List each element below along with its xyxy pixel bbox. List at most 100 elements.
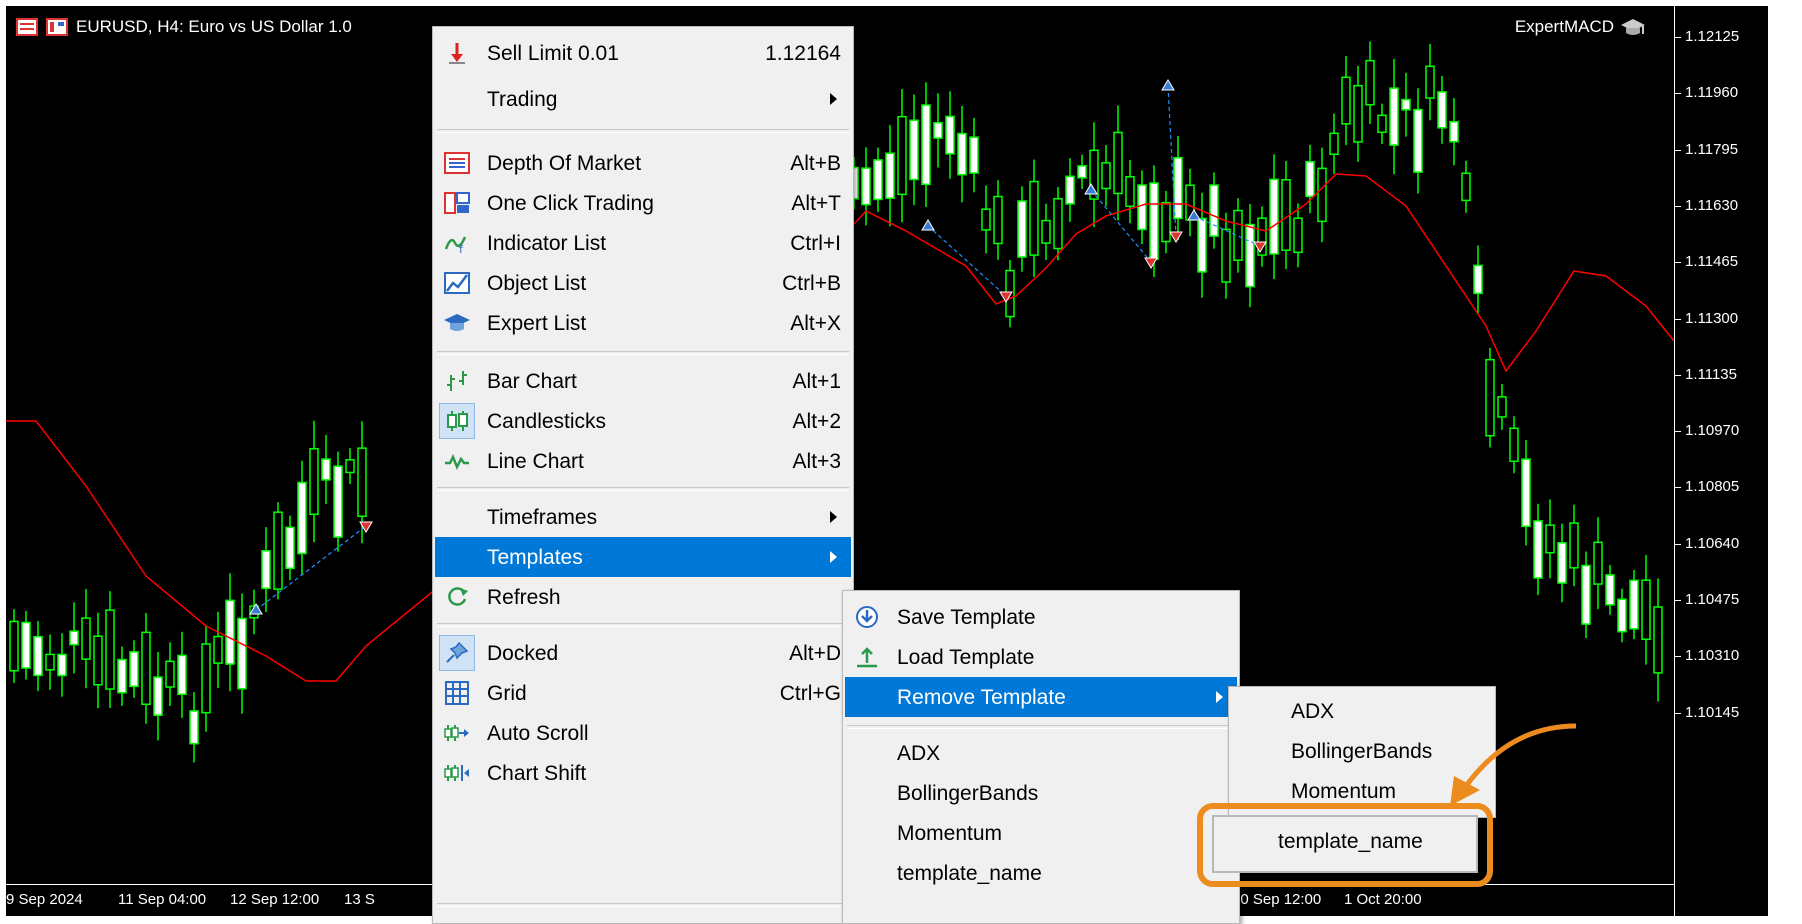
candle-body (1413, 108, 1423, 173)
candle-body (981, 208, 991, 231)
menu-item-template-momentum[interactable]: Momentum (845, 813, 1237, 853)
menu-label: Timeframes (487, 506, 598, 529)
menu-item-expert-list[interactable]: Expert List Alt+X (435, 303, 851, 343)
candle-body (357, 447, 367, 518)
menu-shortcut: Ctrl+G (779, 682, 841, 705)
chart-context-menu: Sell Limit 0.01 1.12164 Trading Depth Of… (432, 26, 854, 924)
candle-body (213, 635, 223, 664)
candle-body (873, 159, 883, 201)
time-label: 12 Sep 12:00 (230, 891, 320, 908)
menu-item-line-chart[interactable]: Line Chart Alt+3 (435, 441, 851, 481)
save-template-icon (856, 606, 878, 628)
menu-shortcut: Ctrl+I (790, 232, 841, 255)
menu-item-save-template[interactable]: Save Template (845, 597, 1237, 637)
expert-name: ExpertMACD (1514, 17, 1614, 36)
auto-scroll-icon (444, 725, 469, 741)
candle-body (309, 447, 319, 516)
price-tick-label: 1.10970 (1685, 422, 1740, 440)
menu-shortcut: Alt+B (790, 152, 841, 175)
menu-label: BollingerBands (1291, 740, 1433, 763)
candle-body (1593, 541, 1603, 585)
menu-shortcut: Ctrl+B (782, 272, 841, 295)
load-template-icon (857, 647, 877, 668)
candle-body (1221, 228, 1231, 283)
highlight-callout-box (1197, 803, 1493, 887)
candle-body (9, 620, 19, 672)
candle-body (201, 643, 211, 714)
menu-label: Remove Template (897, 686, 1066, 709)
bar-chart-icon (447, 371, 467, 391)
svg-text:f: f (459, 243, 464, 255)
screenshot-frame: EURUSD, H4: Euro vs US Dollar 1.0 Expert… (0, 0, 1802, 924)
menu-item-timeframes[interactable]: Timeframes (435, 497, 851, 537)
market-watch-icon (16, 18, 38, 36)
menu-item-sell-limit[interactable]: Sell Limit 0.01 1.12164 (435, 33, 851, 73)
candle-body (897, 115, 907, 196)
candle-body (1353, 84, 1363, 143)
candle-body (945, 115, 955, 155)
candle-body (1125, 176, 1135, 208)
menu-shortcut: Alt+X (790, 312, 841, 335)
candle-body (21, 621, 31, 669)
candle-body (1521, 458, 1531, 528)
candle-body (1065, 175, 1075, 205)
menu-separator (437, 351, 849, 355)
menu-label: Object List (487, 272, 587, 295)
candle-body (1137, 184, 1147, 231)
candle-body (261, 550, 271, 590)
submenu-arrow-icon (1216, 691, 1223, 703)
menu-item-depth-of-market[interactable]: Depth Of Market Alt+B (435, 143, 851, 183)
candle-body (921, 104, 931, 186)
candle-body (969, 136, 979, 174)
menu-item-refresh[interactable]: Refresh (435, 577, 851, 617)
chart-symbol-text: EURUSD, H4: Euro vs US Dollar 1.0 (76, 17, 352, 36)
candle-body (345, 459, 355, 474)
candle-body (237, 617, 247, 690)
candle-body (1305, 160, 1315, 198)
line-chart-icon (445, 453, 469, 471)
sell-arrow-icon (1144, 257, 1158, 269)
menu-item-template-adx[interactable]: ADX (845, 733, 1237, 773)
menu-item-template-bollingerbands[interactable]: BollingerBands (845, 773, 1237, 813)
candle-body (1317, 167, 1327, 223)
menu-label: Templates (487, 546, 583, 569)
menu-item-remove-template[interactable]: Remove Template (845, 677, 1237, 717)
menu-label: Load Template (897, 646, 1035, 669)
candle-body (1389, 87, 1399, 146)
trade-connector-line (255, 525, 367, 611)
price-tick-label: 1.10310 (1685, 647, 1740, 665)
candle-body (57, 653, 67, 677)
menu-item-load-template[interactable]: Load Template (845, 637, 1237, 677)
menu-label: Indicator List (487, 232, 607, 255)
menu-shortcut: Alt+D (789, 642, 841, 665)
menu-label: template_name (897, 862, 1042, 885)
candle-body (81, 617, 91, 660)
candle-body (1377, 114, 1387, 134)
menu-item-candlesticks[interactable]: Candlesticks Alt+2 (435, 401, 851, 441)
menu-item-auto-scroll[interactable]: Auto Scroll (435, 713, 851, 753)
candle-body (285, 526, 295, 570)
candle-body (1077, 165, 1087, 179)
menu-label: Trading (487, 88, 558, 111)
menu-item-trading[interactable]: Trading (435, 79, 851, 119)
menu-item-one-click-trading[interactable]: One Click Trading Alt+T (435, 183, 851, 223)
candle-body (1029, 180, 1039, 256)
menu-item-bar-chart[interactable]: Bar Chart Alt+1 (435, 361, 851, 401)
depth-of-market-icon (444, 152, 470, 174)
menu-item-object-list[interactable]: Object List Ctrl+B (435, 263, 851, 303)
menu-label: Refresh (487, 586, 561, 609)
chart-symbol-header: EURUSD, H4: Euro vs US Dollar 1.0 (16, 16, 352, 38)
candle-body (993, 195, 1003, 245)
menu-item-template-name[interactable]: template_name (845, 853, 1237, 893)
candle-body (1425, 65, 1435, 99)
candle-body (1269, 178, 1279, 255)
price-tick-label: 1.10475 (1685, 591, 1740, 608)
menu-item-grid[interactable]: Grid Ctrl+G (435, 673, 851, 713)
menu-item-chart-shift[interactable]: Chart Shift (435, 753, 851, 793)
candle-body (1101, 162, 1111, 190)
menu-item-templates[interactable]: Templates (435, 537, 851, 577)
menu-item-docked[interactable]: Docked Alt+D (435, 633, 851, 673)
menu-item-indicator-list[interactable]: f Indicator List Ctrl+I (435, 223, 851, 263)
price-tick-label: 1.12125 (1685, 28, 1740, 45)
menu-label: Momentum (1291, 780, 1397, 803)
